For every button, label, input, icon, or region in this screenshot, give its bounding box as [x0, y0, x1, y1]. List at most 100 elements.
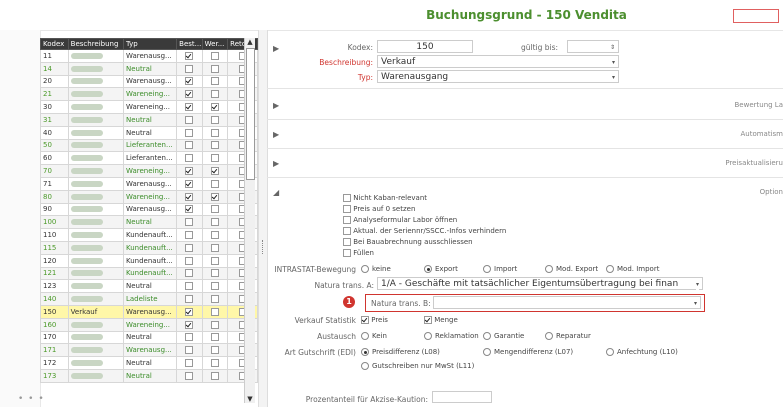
grid-scrollbar[interactable]: ▲ ▼ — [244, 38, 255, 403]
checkbox-icon[interactable] — [185, 128, 194, 137]
cell-typ[interactable]: Wareneing... — [122, 189, 178, 204]
cell-flag-1[interactable] — [176, 112, 203, 127]
cell-typ[interactable]: Neutral — [122, 215, 178, 230]
radio-icon[interactable] — [545, 332, 553, 340]
cell-typ[interactable]: Warenausg... — [122, 74, 178, 89]
cell-flag-1[interactable] — [176, 356, 203, 370]
cell-beschreibung[interactable] — [67, 164, 124, 178]
cell-beschreibung[interactable] — [67, 279, 124, 294]
cell-flag-1[interactable] — [176, 151, 203, 166]
cell-typ[interactable]: Kundenauft... — [122, 228, 178, 242]
cell-flag-1[interactable] — [176, 189, 203, 204]
gueltig-bis-field[interactable]: ⇕ — [567, 40, 619, 53]
cell-flag-2[interactable] — [201, 112, 229, 127]
checkbox-icon[interactable] — [210, 218, 219, 227]
cell-flag-1[interactable] — [176, 304, 203, 319]
checkbox-icon[interactable] — [210, 320, 219, 329]
checkbox-icon[interactable] — [210, 154, 219, 163]
cell-typ[interactable]: Warenausg... — [122, 343, 178, 358]
radio-icon[interactable] — [483, 348, 491, 356]
table-row[interactable]: 40 Neutral — [40, 125, 258, 140]
cell-flag-1[interactable] — [176, 279, 203, 294]
cell-flag-2[interactable] — [201, 253, 229, 268]
cell-flag-2[interactable] — [201, 87, 229, 102]
checkbox-icon[interactable] — [185, 295, 194, 304]
table-row[interactable]: 60 Lieferanten... — [40, 151, 258, 166]
col-header-typ[interactable]: Typ — [122, 38, 178, 50]
radio-preisdifferenz[interactable]: Preisdifferenz (L08) — [361, 348, 440, 356]
cell-flag-2[interactable] — [201, 189, 229, 204]
table-row[interactable]: 123 Neutral — [40, 279, 258, 294]
radio-mod-export[interactable]: Mod. Export — [545, 265, 598, 273]
cell-beschreibung[interactable] — [67, 202, 124, 217]
natura-a-dropdown-icon[interactable]: ▾ — [695, 278, 699, 291]
cell-typ[interactable]: Neutral — [122, 368, 178, 383]
cell-flag-1[interactable] — [176, 317, 203, 332]
checkbox-icon[interactable] — [210, 179, 219, 188]
cell-flag-2[interactable] — [201, 317, 229, 332]
beschreibung-dropdown-icon[interactable]: ▾ — [612, 56, 615, 69]
cell-beschreibung[interactable] — [67, 356, 124, 370]
col-header-wer[interactable]: Wer... — [201, 38, 229, 50]
checkbox-icon[interactable] — [185, 269, 194, 278]
typ-dropdown-icon[interactable]: ▾ — [612, 71, 615, 84]
table-row[interactable]: 50 Lieferanten... — [40, 138, 258, 153]
beschreibung-field[interactable]: Verkauf ▾ — [377, 55, 619, 68]
checkbox-icon[interactable] — [185, 333, 194, 342]
table-row[interactable]: 140 Ladeliste — [40, 292, 258, 306]
scroll-thumb[interactable] — [246, 48, 255, 180]
cell-flag-2[interactable] — [201, 138, 229, 153]
cell-flag-2[interactable] — [201, 215, 229, 230]
cell-typ[interactable]: Ladeliste — [122, 292, 178, 306]
checkbox-icon[interactable] — [185, 115, 194, 124]
typ-select[interactable]: Warenausgang ▾ — [377, 70, 619, 83]
checkbox-icon[interactable] — [210, 359, 219, 368]
opt-fuellen[interactable]: Füllen — [343, 249, 374, 257]
cell-beschreibung[interactable] — [67, 266, 124, 281]
cell-flag-2[interactable] — [201, 304, 229, 319]
cell-typ[interactable]: Kundenauft... — [122, 266, 178, 281]
table-row[interactable]: 170 Neutral — [40, 330, 258, 345]
checkbox-checked-icon[interactable] — [185, 103, 194, 112]
cell-kodex[interactable]: 115 — [40, 240, 69, 255]
cell-flag-2[interactable] — [201, 368, 229, 383]
cell-flag-1[interactable] — [176, 125, 203, 140]
checkbox-icon[interactable] — [185, 218, 194, 227]
expand-preisaktualisierung-icon[interactable]: ▶ — [273, 159, 279, 168]
cell-flag-2[interactable] — [201, 151, 229, 166]
table-row[interactable]: 121 Kundenauft... — [40, 266, 258, 281]
cell-beschreibung[interactable] — [67, 112, 124, 127]
table-row[interactable]: 20 Warenausg... — [40, 74, 258, 89]
cell-kodex[interactable]: 150 — [40, 304, 69, 319]
cell-kodex[interactable]: 60 — [40, 151, 69, 166]
cell-flag-1[interactable] — [176, 266, 203, 281]
checkbox-icon[interactable] — [343, 249, 351, 257]
cell-typ[interactable]: Lieferanten... — [122, 138, 178, 153]
cell-flag-2[interactable] — [201, 49, 229, 63]
cell-typ[interactable]: Kundenauft... — [122, 240, 178, 255]
natura-b-select[interactable]: ▾ — [433, 296, 701, 309]
checkbox-checked-icon[interactable] — [185, 307, 194, 316]
checkbox-icon[interactable] — [185, 243, 194, 252]
prozentanteil-field[interactable] — [432, 391, 492, 403]
table-row[interactable]: 80 Wareneing... — [40, 189, 258, 204]
radio-reklamation[interactable]: Reklamation — [424, 332, 479, 340]
checkbox-checked-icon[interactable] — [185, 167, 194, 176]
table-row[interactable]: 11 Warenausg... — [40, 49, 258, 63]
cell-flag-1[interactable] — [176, 330, 203, 345]
cell-kodex[interactable]: 121 — [40, 266, 69, 281]
checkbox-icon[interactable] — [210, 128, 219, 137]
checkbox-icon[interactable] — [210, 307, 219, 316]
cell-beschreibung[interactable] — [67, 138, 124, 153]
checkbox-checked-icon[interactable] — [210, 192, 219, 201]
cell-beschreibung[interactable] — [67, 100, 124, 114]
check-preis[interactable]: Preis — [361, 316, 388, 324]
table-row[interactable]: 171 Warenausg... — [40, 343, 258, 358]
cell-flag-1[interactable] — [176, 49, 203, 63]
table-row[interactable]: 70 Wareneing... — [40, 164, 258, 178]
date-spin-icon[interactable]: ⇕ — [610, 41, 615, 54]
radio-icon[interactable] — [361, 362, 369, 370]
radio-icon[interactable] — [483, 332, 491, 340]
cell-beschreibung[interactable] — [67, 61, 124, 76]
cell-kodex[interactable]: 90 — [40, 202, 69, 217]
